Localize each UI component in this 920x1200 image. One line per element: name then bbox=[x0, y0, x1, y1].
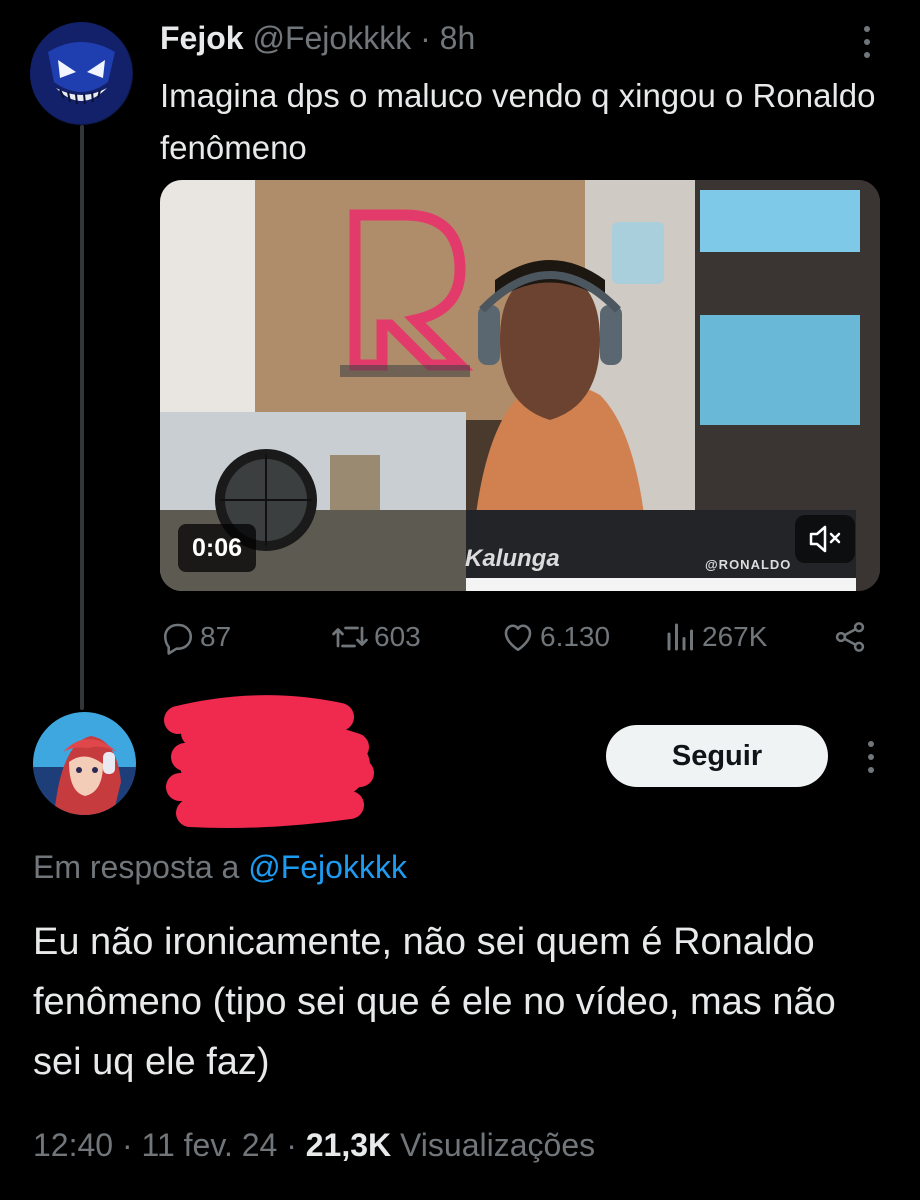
views-icon bbox=[664, 619, 698, 655]
reply-timestamp[interactable]: 12:40 bbox=[33, 1127, 113, 1163]
tweet-text: Imagina dps o maluco vendo q xingou o Ro… bbox=[160, 77, 876, 166]
views-action[interactable]: 267K bbox=[664, 612, 767, 662]
tweet-time[interactable]: 8h bbox=[440, 20, 476, 56]
share-icon[interactable] bbox=[832, 612, 868, 662]
follow-button[interactable]: Seguir bbox=[606, 725, 828, 787]
thread-line bbox=[80, 125, 84, 710]
retweet-icon bbox=[330, 619, 370, 655]
like-action[interactable]: 6.130 bbox=[500, 612, 610, 662]
video-duration: 0:06 bbox=[178, 524, 257, 572]
like-count: 6.130 bbox=[540, 621, 611, 652]
reply-author-avatar[interactable] bbox=[33, 712, 136, 815]
retweet-count: 603 bbox=[374, 621, 421, 652]
reply-more-options-icon[interactable] bbox=[856, 737, 886, 777]
meta-separator: · bbox=[286, 1127, 297, 1163]
separator-dot: · bbox=[420, 20, 431, 56]
reply-count: 87 bbox=[200, 621, 232, 652]
like-icon bbox=[500, 619, 536, 655]
redacted-name-scribble bbox=[150, 695, 390, 835]
reply-views-label: Visualizações bbox=[400, 1127, 596, 1163]
video-player[interactable]: Kalunga @RONALDO bbox=[160, 180, 880, 591]
reply-context: Em resposta a @Fejokkkk bbox=[33, 845, 407, 889]
reply-action[interactable]: 87 bbox=[160, 612, 231, 662]
retweet-action[interactable]: 603 bbox=[330, 612, 421, 662]
reply-text: Eu não ironicamente, não sei quem é Rona… bbox=[33, 921, 836, 1083]
meta-separator: · bbox=[121, 1127, 133, 1163]
reply-views-count: 21,3K bbox=[305, 1127, 392, 1163]
reply-icon bbox=[160, 619, 196, 655]
more-options-icon[interactable] bbox=[852, 22, 882, 62]
reply-date[interactable]: 11 fev. 24 bbox=[142, 1127, 278, 1163]
watermark-text: @RONALDO bbox=[705, 557, 792, 572]
tweet-header: Fejok @Fejokkkk · 8h bbox=[160, 18, 475, 58]
reply-metadata: 12:40 · 11 fev. 24 · 21,3K Visualizações bbox=[33, 1122, 595, 1168]
author-handle[interactable]: @Fejokkkk bbox=[252, 20, 411, 56]
sponsor-text: Kalunga bbox=[465, 545, 560, 572]
views-count: 267K bbox=[702, 621, 768, 652]
author-name[interactable]: Fejok bbox=[160, 20, 244, 56]
author-avatar[interactable] bbox=[30, 22, 133, 125]
mute-icon[interactable] bbox=[795, 515, 855, 563]
reply-to-mention[interactable]: @Fejokkkk bbox=[248, 849, 407, 885]
reply-to-prefix: Em resposta a bbox=[33, 849, 240, 885]
